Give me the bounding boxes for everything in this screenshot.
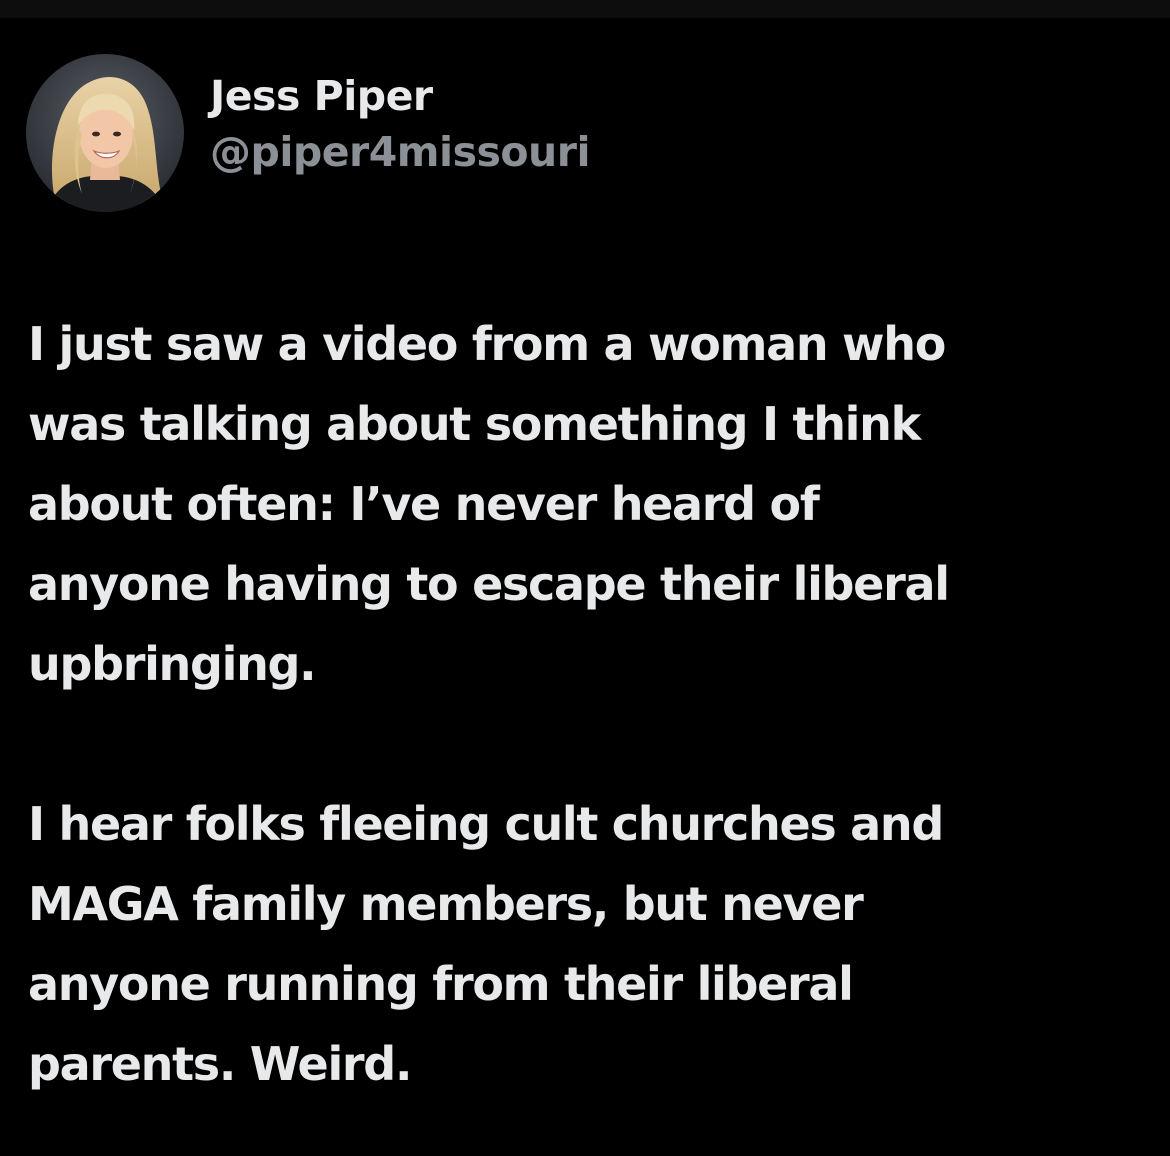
post-header: Jess Piper @piper4missouri — [26, 54, 591, 212]
avatar[interactable] — [26, 54, 184, 212]
post-paragraph-2: I hear folks fleeing cult churches and M… — [28, 797, 944, 1091]
author-names: Jess Piper @piper4missouri — [210, 68, 591, 180]
top-bar — [0, 0, 1170, 18]
post-body: I just saw a video from a woman who was … — [28, 304, 1138, 1104]
author-display-name[interactable]: Jess Piper — [210, 68, 590, 124]
avatar-photo-icon — [26, 54, 184, 212]
post: Jess Piper @piper4missouri I just saw a … — [0, 18, 1170, 1156]
post-paragraph-1: I just saw a video from a woman who was … — [28, 317, 950, 691]
author-handle[interactable]: @piper4missouri — [210, 124, 591, 180]
